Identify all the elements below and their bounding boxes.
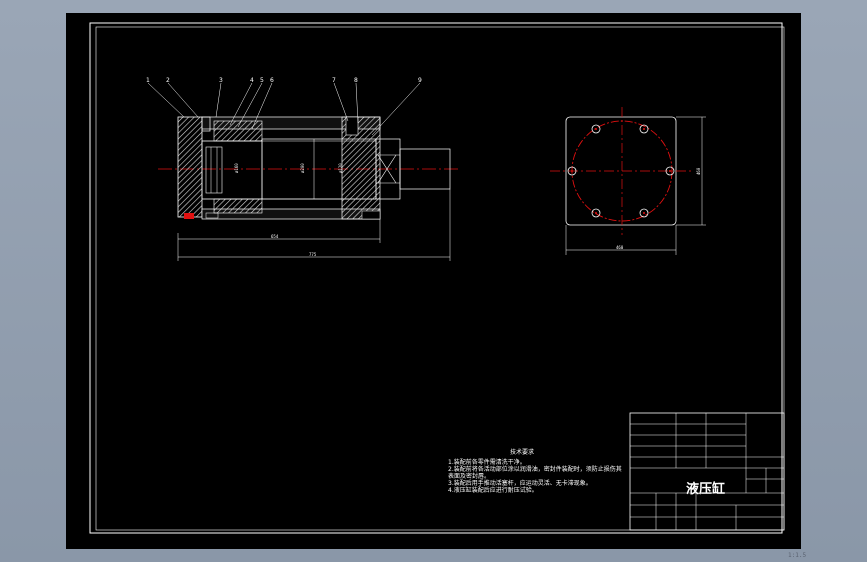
piston-top — [213, 120, 263, 142]
title-block — [629, 412, 785, 531]
callout-9: 9 — [418, 77, 422, 84]
hydraulic-cylinder-drawing: ø160 ø200 ø120 654 775 1 2 3 4 5 6 7 8 9… — [89, 22, 785, 534]
svg-text:ø200: ø200 — [300, 163, 305, 173]
svg-text:ø160: ø160 — [234, 163, 239, 173]
end-view: 460 460 — [550, 107, 706, 255]
status-text: 1:1.5 — [788, 552, 807, 559]
callout-2: 2 — [166, 77, 170, 84]
dim-end-height: 460 — [696, 167, 701, 175]
svg-text:3.装配后用手推动活塞杆，应运动灵活、无卡滞现象。: 3.装配后用手推动活塞杆，应运动灵活、无卡滞现象。 — [448, 479, 592, 487]
drawing-title: 液压缸 — [686, 481, 725, 497]
dim-end-width: 460 — [616, 245, 624, 250]
dim-overall-length: 775 — [309, 252, 317, 257]
svg-text:4.液压缸装配后应进行耐压试验。: 4.液压缸装配后应进行耐压试验。 — [448, 486, 538, 494]
cad-drawing-viewport[interactable]: ø160 ø200 ø120 654 775 1 2 3 4 5 6 7 8 9… — [66, 13, 806, 559]
inner-frame — [95, 26, 785, 531]
outer-frame — [89, 22, 783, 534]
tech-req-heading: 技术要求 — [510, 448, 534, 456]
callout-6: 6 — [270, 77, 274, 84]
dim-inner-length: 654 — [271, 234, 279, 239]
end-cap — [177, 116, 203, 218]
callout-7: 7 — [332, 77, 336, 84]
svg-text:1.装配前各零件需清洗干净。: 1.装配前各零件需清洗干净。 — [448, 458, 526, 466]
piston-bottom — [213, 198, 263, 214]
svg-text:2.装配前将各活动部位涂以润滑油，密封件装配时，须防止损伤其: 2.装配前将各活动部位涂以润滑油，密封件装配时，须防止损伤其 — [448, 465, 622, 473]
callout-3: 3 — [219, 77, 223, 84]
callout-8: 8 — [354, 77, 358, 84]
svg-text:表面及密封唇。: 表面及密封唇。 — [448, 472, 490, 480]
technical-requirements: 技术要求 1.装配前各零件需清洗干净。 2.装配前将各活动部位涂以润滑油，密封件… — [448, 448, 622, 494]
callout-1: 1 — [146, 77, 150, 84]
callout-5: 5 — [260, 77, 264, 84]
section-view: ø160 ø200 ø120 654 775 1 2 3 4 5 6 7 8 9 — [146, 77, 458, 261]
svg-text:ø120: ø120 — [338, 163, 343, 173]
callout-4: 4 — [250, 77, 254, 84]
